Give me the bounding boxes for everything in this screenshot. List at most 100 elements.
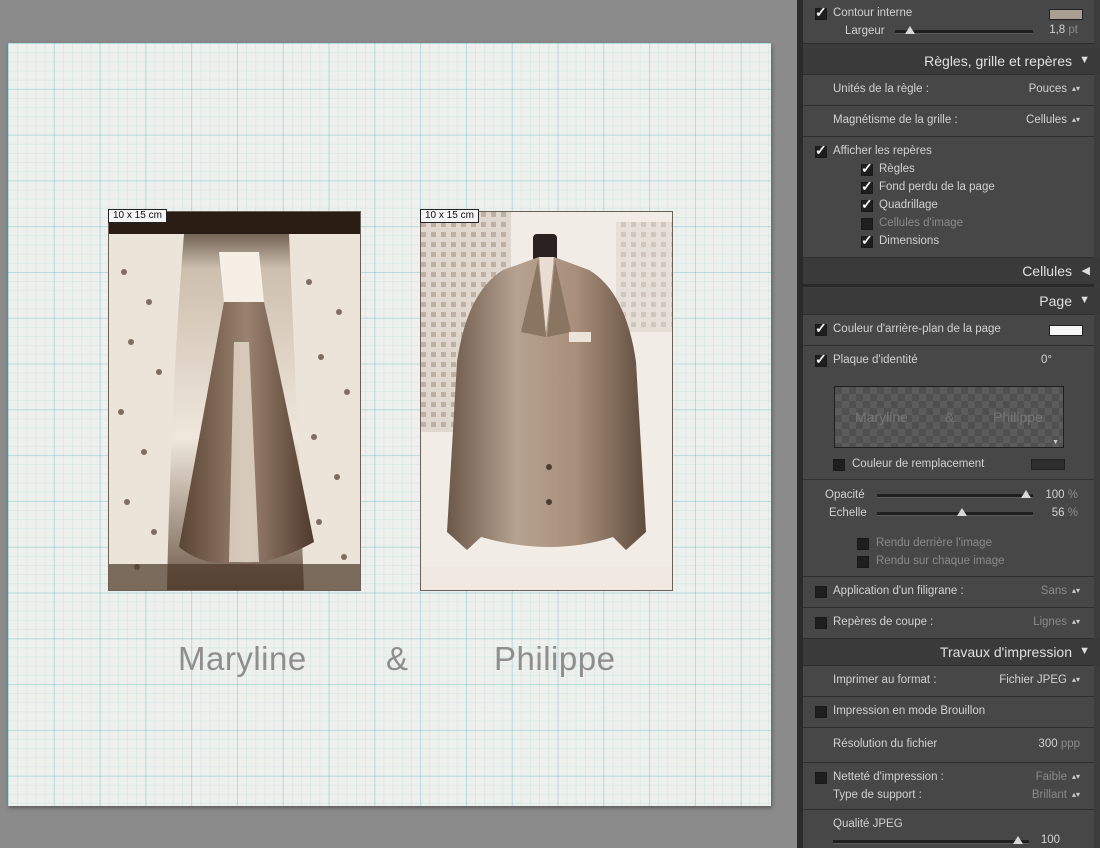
- guide-image-cells-label: Cellules d'image: [879, 217, 964, 229]
- page-bg-color-swatch[interactable]: [1049, 325, 1083, 336]
- ruler-units-label: Unités de la règle :: [833, 83, 929, 95]
- stroke-width-value: 1,8 pt: [1049, 24, 1078, 36]
- opacity-slider-thumb[interactable]: [1021, 490, 1031, 498]
- ruler-units-select[interactable]: Pouces ▴▾: [1029, 83, 1080, 95]
- collapse-triangle-down-icon[interactable]: ▼: [1079, 645, 1090, 657]
- draft-mode-label: Impression en mode Brouillon: [833, 705, 986, 717]
- print-to-label: Imprimer au format :: [833, 674, 937, 686]
- render-each-label: Rendu sur chaque image: [876, 555, 1005, 567]
- collapse-triangle-left-icon[interactable]: ◀: [1082, 264, 1090, 277]
- image-cell-dress[interactable]: [108, 211, 361, 591]
- page-bg-color-checkbox[interactable]: [815, 320, 827, 337]
- collapse-triangle-down-icon[interactable]: ▼: [1079, 294, 1090, 306]
- grid-snap-select[interactable]: Cellules ▴▾: [1026, 114, 1080, 126]
- print-to-select[interactable]: Fichier JPEG ▴▾: [999, 674, 1080, 686]
- section-separator: [803, 284, 1094, 287]
- guide-grid-checkbox[interactable]: [861, 196, 873, 213]
- section-title-rulers: Règles, grille et repères: [924, 53, 1072, 69]
- render-behind-label: Rendu derrière l'image: [876, 537, 992, 549]
- identity-plate-mid[interactable]: &: [386, 640, 409, 678]
- identity-plate-checkbox[interactable]: [815, 351, 827, 368]
- collapse-triangle-down-icon[interactable]: ▼: [1079, 54, 1090, 66]
- inner-stroke-label: Contour interne: [833, 7, 913, 19]
- preview-plate-left: Maryline: [855, 409, 908, 425]
- jpeg-quality-slider[interactable]: [833, 840, 1029, 844]
- sharpening-checkbox[interactable]: [815, 772, 827, 784]
- section-title-cells: Cellules: [1022, 263, 1072, 279]
- scale-label: Echelle: [829, 507, 867, 519]
- grid-snap-label: Magnétisme de la grille :: [833, 114, 958, 126]
- guide-rulers-checkbox[interactable]: [861, 160, 873, 177]
- updown-arrows-icon: ▴▾: [1071, 115, 1080, 124]
- scale-value: 56 %: [1051, 507, 1078, 519]
- resolution-label: Résolution du fichier: [833, 738, 938, 750]
- identity-plate-label: Plaque d'identité: [833, 354, 918, 366]
- crop-marks-box: Repères de coupe : Lignes ▴▾: [803, 607, 1094, 639]
- jpeg-quality-slider-thumb[interactable]: [1013, 836, 1023, 844]
- cell-dimension-label: 10 x 15 cm: [420, 209, 479, 223]
- preview-plate-mid: &: [945, 409, 955, 425]
- preview-plate-right: Philippe: [993, 409, 1043, 425]
- page-bg-color-label: Couleur d'arrière-plan de la page: [833, 323, 1001, 335]
- stroke-width-slider[interactable]: [895, 30, 1033, 34]
- guide-grid-label: Quadrillage: [879, 199, 938, 211]
- opacity-label: Opacité: [825, 489, 865, 501]
- guide-bleed-checkbox[interactable]: [861, 178, 873, 195]
- override-color-swatch[interactable]: [1031, 459, 1065, 470]
- guide-dimensions-label: Dimensions: [879, 235, 940, 247]
- resolution-value[interactable]: 300 ppp: [1038, 738, 1080, 750]
- crop-marks-select[interactable]: Lignes ▴▾: [1033, 616, 1080, 628]
- draft-mode-box: Impression en mode Brouillon: [803, 696, 1094, 728]
- section-title-page: Page: [1039, 293, 1072, 309]
- section-header-page[interactable]: Page ▼: [803, 288, 1100, 314]
- watermark-box: Application d'un filigrane : Sans ▴▾: [803, 576, 1094, 608]
- override-color-label: Couleur de remplacement: [852, 458, 985, 470]
- render-behind-checkbox[interactable]: [857, 538, 869, 550]
- crop-marks-checkbox[interactable]: [815, 617, 827, 629]
- inner-stroke-box: Contour interne Largeur 1,8 pt: [803, 0, 1094, 44]
- show-guides-label: Afficher les repères: [833, 145, 932, 157]
- image-cell-suit[interactable]: [420, 211, 673, 591]
- scale-slider[interactable]: [877, 512, 1033, 516]
- identity-plate-preview[interactable]: Maryline & Philippe ▼: [834, 386, 1064, 448]
- cell-dimension-label: 10 x 15 cm: [108, 209, 167, 223]
- print-to-box: Imprimer au format : Fichier JPEG ▴▾: [803, 665, 1094, 697]
- section-header-rulers[interactable]: Règles, grille et repères ▼: [803, 48, 1100, 74]
- watermark-select[interactable]: Sans ▴▾: [1041, 585, 1080, 597]
- ruler-units-box: Unités de la règle : Pouces ▴▾: [803, 74, 1094, 106]
- opacity-value: 100 %: [1045, 489, 1078, 501]
- watermark-label: Application d'un filigrane :: [833, 585, 964, 597]
- sharpening-label: Netteté d'impression :: [833, 771, 944, 783]
- suit-jacket-photo: [421, 212, 672, 590]
- guide-dimensions-checkbox[interactable]: [861, 232, 873, 249]
- watermark-checkbox[interactable]: [815, 586, 827, 598]
- updown-arrows-icon: ▴▾: [1071, 790, 1080, 799]
- jpeg-quality-label: Qualité JPEG: [833, 818, 903, 830]
- section-header-cells[interactable]: Cellules ◀: [803, 258, 1100, 284]
- section-header-print-job[interactable]: Travaux d'impression ▼: [803, 639, 1100, 665]
- draft-mode-checkbox[interactable]: [815, 706, 827, 718]
- scale-slider-thumb[interactable]: [957, 508, 967, 516]
- sharpening-select[interactable]: Faible ▴▾: [1036, 771, 1080, 783]
- resolution-box: Résolution du fichier 300 ppp: [803, 727, 1094, 763]
- preview-dropdown-icon[interactable]: ▼: [1052, 439, 1059, 446]
- identity-plate-angle[interactable]: 0°: [1041, 354, 1052, 366]
- override-color-checkbox[interactable]: [833, 459, 845, 471]
- jpeg-quality-value: 100: [1040, 834, 1060, 846]
- identity-plate-right[interactable]: Philippe: [494, 640, 615, 678]
- inner-stroke-checkbox[interactable]: [815, 4, 827, 21]
- updown-arrows-icon: ▴▾: [1071, 586, 1080, 595]
- render-each-checkbox[interactable]: [857, 556, 869, 568]
- media-type-select[interactable]: Brillant ▴▾: [1032, 789, 1080, 801]
- stroke-width-slider-thumb[interactable]: [905, 26, 915, 34]
- show-guides-checkbox[interactable]: [815, 142, 827, 159]
- section-title-print-job: Travaux d'impression: [939, 644, 1072, 660]
- inner-stroke-color-swatch[interactable]: [1049, 9, 1083, 20]
- opacity-slider[interactable]: [877, 494, 1033, 498]
- print-canvas-area: 10 x 15 cm 10 x 15 cm Maryline & Philipp…: [0, 0, 797, 848]
- stroke-width-label: Largeur: [845, 25, 885, 37]
- guide-rulers-label: Règles: [879, 163, 915, 175]
- right-panel: Contour interne Largeur 1,8 pt Règles, g…: [803, 0, 1100, 848]
- identity-plate-left[interactable]: Maryline: [178, 640, 307, 678]
- guide-image-cells-checkbox[interactable]: [861, 218, 873, 230]
